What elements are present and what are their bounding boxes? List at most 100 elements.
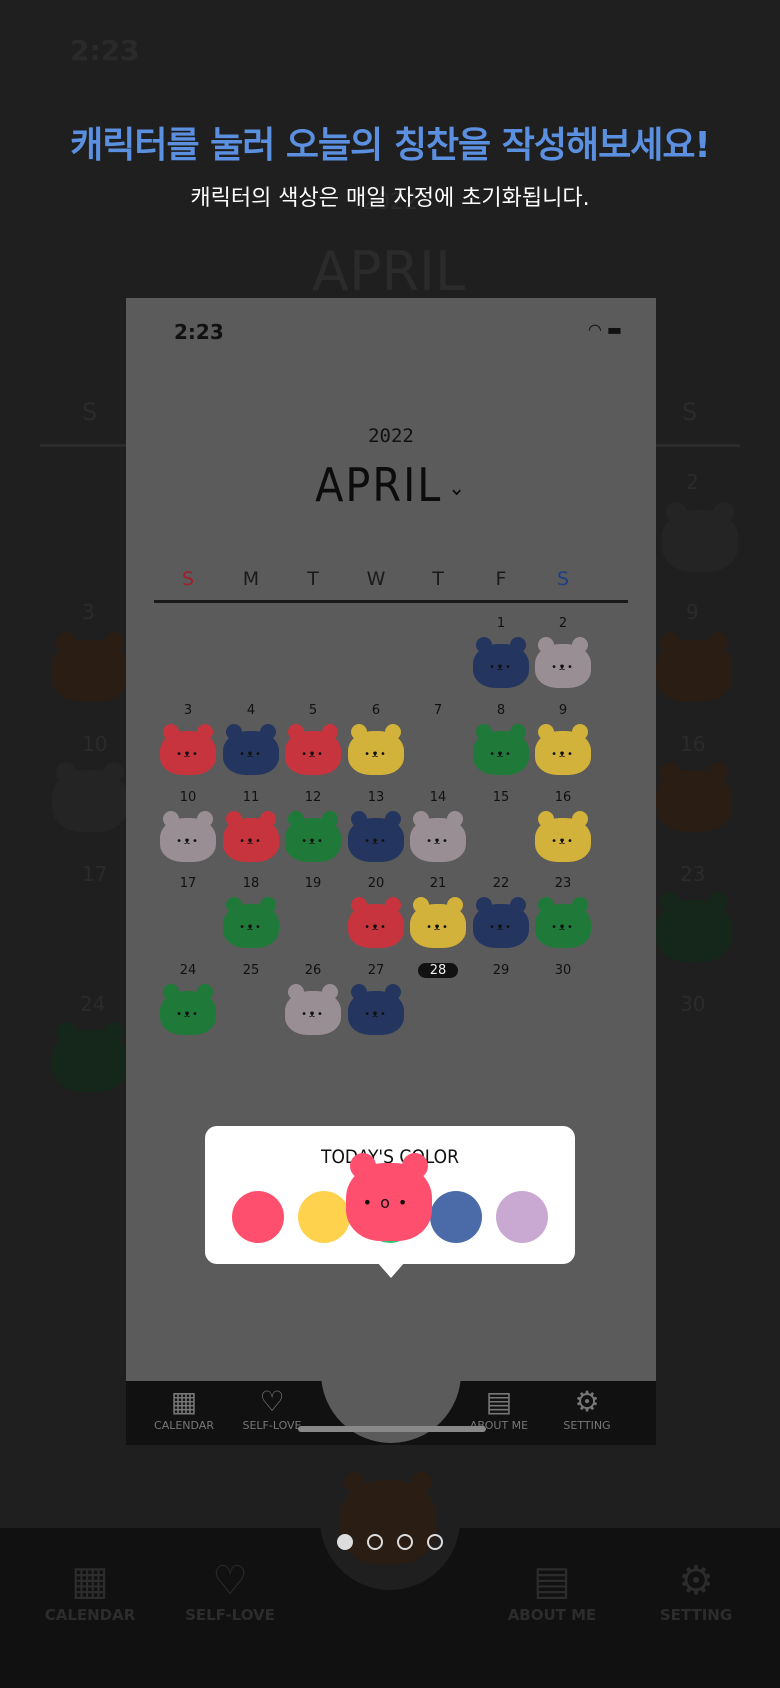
- bear-icon[interactable]: •ᴥ•: [535, 637, 591, 688]
- calendar-date[interactable]: 11: [231, 790, 271, 805]
- calendar-date[interactable]: 23: [543, 876, 583, 891]
- today-date[interactable]: 28: [418, 963, 458, 978]
- calendar-date[interactable]: 5: [293, 703, 333, 718]
- calendar-date[interactable]: 29: [481, 963, 521, 978]
- bear-icon[interactable]: •ᴥ•: [348, 984, 404, 1035]
- bear-icon[interactable]: •ᴥ•: [348, 811, 404, 862]
- weekday-label: T: [432, 568, 444, 590]
- bear-icon[interactable]: •ᴥ•: [535, 724, 591, 775]
- tab-label: CALENDAR: [154, 1419, 214, 1432]
- weekday-divider: [154, 600, 628, 603]
- tab-calendar[interactable]: ▦ CALENDAR: [139, 1385, 229, 1432]
- background-date: 17: [82, 862, 108, 886]
- bear-face: •ᴥ•: [301, 836, 325, 847]
- bear-icon[interactable]: •ᴥ•: [410, 897, 466, 948]
- page-dot[interactable]: [427, 1534, 443, 1550]
- bear-icon[interactable]: •ᴥ•: [160, 724, 216, 775]
- heart-icon: ♡: [212, 1558, 248, 1604]
- calendar-date[interactable]: 16: [543, 790, 583, 805]
- calendar-date[interactable]: 20: [356, 876, 396, 891]
- background-bear-icon: [52, 632, 128, 702]
- bear-icon[interactable]: •ᴥ•: [223, 724, 279, 775]
- bear-face: •ᴥ•: [426, 836, 450, 847]
- calendar-date[interactable]: 3: [168, 703, 208, 718]
- weekday-label: F: [495, 568, 507, 590]
- today-bear-button[interactable]: •o•: [346, 1153, 432, 1241]
- bear-icon[interactable]: •ᴥ•: [223, 811, 279, 862]
- page-indicator[interactable]: [0, 1534, 780, 1554]
- gear-icon: ⚙: [574, 1385, 600, 1418]
- calendar-date[interactable]: 24: [168, 963, 208, 978]
- calendar-date[interactable]: 17: [168, 876, 208, 891]
- calendar-icon: ▦: [170, 1385, 198, 1418]
- bear-icon[interactable]: •ᴥ•: [160, 811, 216, 862]
- background-date: 16: [680, 732, 706, 756]
- calendar-date[interactable]: 22: [481, 876, 521, 891]
- calendar-date[interactable]: 2: [543, 616, 583, 631]
- background-bear-icon: [52, 1022, 128, 1092]
- calendar-date[interactable]: 13: [356, 790, 396, 805]
- calendar-date[interactable]: 6: [356, 703, 396, 718]
- notes-icon: ▤: [485, 1385, 513, 1418]
- bear-face: •ᴥ•: [301, 749, 325, 760]
- calendar-date[interactable]: 10: [168, 790, 208, 805]
- background-weekday-sat: S: [682, 398, 698, 426]
- bear-icon[interactable]: •ᴥ•: [223, 897, 279, 948]
- bear-icon[interactable]: •ᴥ•: [473, 724, 529, 775]
- bear-icon[interactable]: •ᴥ•: [285, 811, 341, 862]
- background-tab-calendar: ▦ CALENDAR: [30, 1556, 150, 1624]
- calendar-date[interactable]: 8: [481, 703, 521, 718]
- bear-face: •ᴥ•: [239, 836, 263, 847]
- tab-label: SETTING: [563, 1419, 611, 1432]
- page-dot[interactable]: [337, 1534, 353, 1550]
- calendar-date[interactable]: 21: [418, 876, 458, 891]
- bear-icon[interactable]: •ᴥ•: [535, 897, 591, 948]
- bear-face: •ᴥ•: [489, 922, 513, 933]
- calendar-date[interactable]: 7: [418, 703, 458, 718]
- page-dot[interactable]: [397, 1534, 413, 1550]
- background-bear-icon: [656, 762, 732, 832]
- background-tab-self-love: ♡ SELF-LOVE: [170, 1556, 290, 1624]
- bear-icon[interactable]: •ᴥ•: [285, 724, 341, 775]
- tab-label: SELF-LOVE: [185, 1606, 275, 1624]
- home-indicator: [298, 1426, 486, 1432]
- bear-icon[interactable]: •ᴥ•: [160, 984, 216, 1035]
- tab-setting[interactable]: ⚙ SETTING: [542, 1385, 632, 1432]
- tab-about-me[interactable]: ▤ ABOUT ME: [454, 1385, 544, 1432]
- bear-face: •ᴥ•: [364, 749, 388, 760]
- bear-face: •ᴥ•: [551, 836, 575, 847]
- tab-self-love[interactable]: ♡ SELF-LOVE: [227, 1385, 317, 1432]
- bear-icon[interactable]: •ᴥ•: [473, 897, 529, 948]
- bear-icon[interactable]: •ᴥ•: [410, 811, 466, 862]
- calendar-date[interactable]: 26: [293, 963, 333, 978]
- calendar-date[interactable]: 25: [231, 963, 271, 978]
- calendar-icon: ▦: [71, 1558, 109, 1604]
- calendar-date[interactable]: 12: [293, 790, 333, 805]
- calendar-date[interactable]: 4: [231, 703, 271, 718]
- calendar-date[interactable]: 15: [481, 790, 521, 805]
- calendar-date[interactable]: 27: [356, 963, 396, 978]
- calendar-date[interactable]: 1: [481, 616, 521, 631]
- calendar-date[interactable]: 19: [293, 876, 333, 891]
- page-dot[interactable]: [367, 1534, 383, 1550]
- bear-icon[interactable]: •ᴥ•: [473, 637, 529, 688]
- phone-month-selector[interactable]: APRIL ⌄: [126, 458, 656, 512]
- background-date: 2: [686, 470, 699, 494]
- bear-face: •ᴥ•: [176, 749, 200, 760]
- phone-status-time: 2:23: [174, 320, 224, 344]
- calendar-date[interactable]: 30: [543, 963, 583, 978]
- bear-icon[interactable]: •ᴥ•: [535, 811, 591, 862]
- heart-icon: ♡: [259, 1385, 285, 1418]
- bear-icon[interactable]: •ᴥ•: [348, 724, 404, 775]
- calendar-date[interactable]: 14: [418, 790, 458, 805]
- background-bear-icon: [662, 502, 738, 572]
- calendar-date[interactable]: 9: [543, 703, 583, 718]
- status-bar-time: 2:23: [70, 34, 140, 67]
- bear-icon[interactable]: •ᴥ•: [285, 984, 341, 1035]
- subline: 캐릭터의 색상은 매일 자정에 초기화됩니다.: [190, 186, 590, 211]
- calendar-date[interactable]: 18: [231, 876, 271, 891]
- gear-icon: ⚙: [678, 1558, 714, 1604]
- bear-face: •ᴥ•: [551, 662, 575, 673]
- bear-icon[interactable]: •ᴥ•: [348, 897, 404, 948]
- tab-label: ABOUT ME: [507, 1606, 597, 1624]
